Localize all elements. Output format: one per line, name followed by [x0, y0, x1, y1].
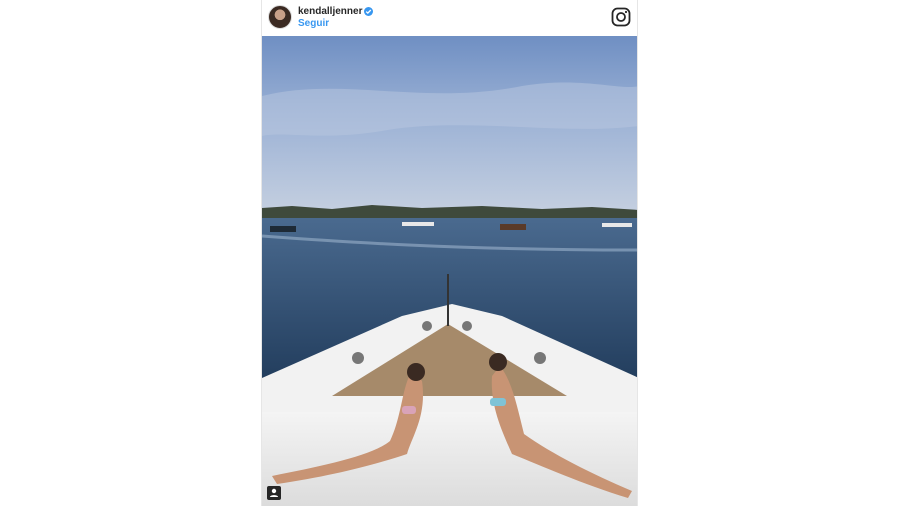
verified-badge-icon	[364, 7, 373, 16]
user-tag-icon[interactable]	[267, 486, 281, 500]
instagram-logo-icon[interactable]	[611, 7, 631, 27]
post-photo[interactable]	[262, 36, 637, 506]
instagram-embed-card: kendalljenner Seguir	[261, 0, 638, 506]
profile-avatar[interactable]	[268, 5, 292, 29]
username-link[interactable]: kendalljenner	[298, 6, 362, 17]
follow-button[interactable]: Seguir	[298, 18, 329, 29]
yacht-photo-illustration	[262, 36, 637, 506]
post-header: kendalljenner Seguir	[262, 0, 637, 36]
